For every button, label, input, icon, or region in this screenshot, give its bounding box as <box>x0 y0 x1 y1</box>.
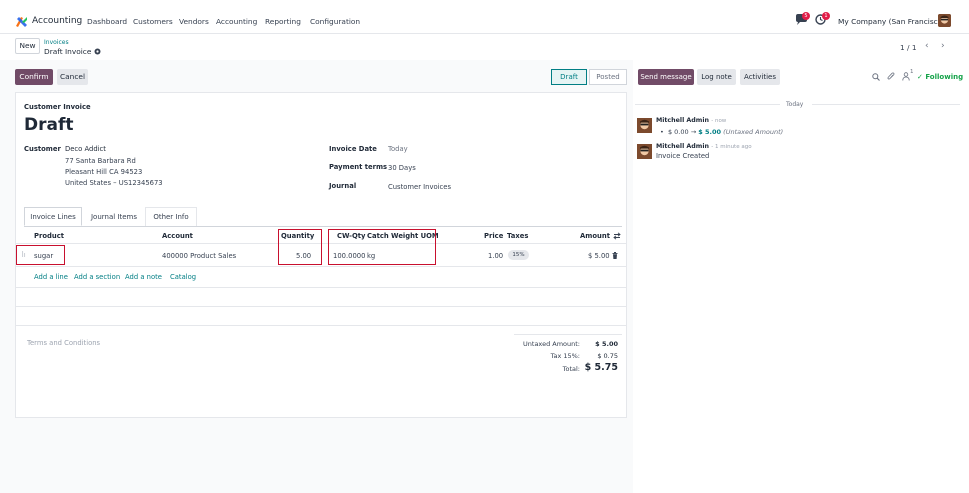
invoice-date-field[interactable]: Today <box>388 145 408 153</box>
menu-reporting[interactable]: Reporting <box>265 17 301 26</box>
cancel-button[interactable]: Cancel <box>57 69 88 85</box>
breadcrumb-current: Draft Invoice <box>44 47 101 56</box>
pager-next-icon[interactable]: › <box>941 41 945 51</box>
menu-dashboard[interactable]: Dashboard <box>87 17 127 26</box>
author-avatar[interactable] <box>637 144 652 159</box>
pager-value[interactable]: 1 / 1 <box>900 43 917 52</box>
accounting-app-icon[interactable] <box>15 15 28 28</box>
gear-icon[interactable] <box>94 48 101 55</box>
message-author-name: Mitchell Admin <box>656 117 710 124</box>
pager-prev-icon[interactable]: ‹ <box>925 41 929 51</box>
message-time: - now <box>711 118 727 124</box>
tracking-change: • $ 0.00 → $ 5.00 (Untaxed Amount) <box>660 128 784 136</box>
menu-accounting[interactable]: Accounting <box>216 17 257 26</box>
col-price[interactable]: Price <box>484 232 503 240</box>
invoice-type-label: Customer Invoice <box>24 103 91 111</box>
col-product[interactable]: Product <box>34 232 64 240</box>
new-button[interactable]: New <box>15 38 40 54</box>
totals-divider <box>514 334 622 335</box>
top-navbar: Accounting Dashboard Customers Vendors A… <box>0 0 969 34</box>
journal-label: Journal <box>329 182 357 190</box>
status-posted[interactable]: Posted <box>589 69 627 85</box>
tracking-field: (Untaxed Amount) <box>723 128 784 136</box>
customer-address-line1: 77 Santa Barbara Rd <box>65 157 136 165</box>
row-tax-badge[interactable]: 15% <box>508 250 529 260</box>
activities-button[interactable]: Activities <box>740 69 780 85</box>
followers-count: 1 <box>910 69 914 75</box>
col-amount[interactable]: Amount <box>580 232 610 240</box>
col-taxes[interactable]: Taxes <box>507 232 528 240</box>
breadcrumb-invoices[interactable]: Invoices <box>44 39 69 46</box>
menu-customers[interactable]: Customers <box>133 17 173 26</box>
empty-row-divider-1 <box>15 287 627 288</box>
payment-terms-label: Payment terms <box>329 163 388 171</box>
journal-field[interactable]: Customer Invoices <box>388 183 451 191</box>
log-note-button[interactable]: Log note <box>697 69 736 85</box>
tax-value: $ 0.75 <box>597 352 618 360</box>
add-section-link[interactable]: Add a section <box>74 273 120 281</box>
following-button[interactable]: ✓ Following <box>917 73 963 81</box>
activity-badge: 1 <box>822 12 830 20</box>
followers-icon[interactable] <box>902 72 910 81</box>
tab-journal-items[interactable]: Journal Items <box>85 207 143 226</box>
terms-and-conditions-field[interactable]: Terms and Conditions <box>27 339 100 347</box>
status-draft[interactable]: Draft <box>551 69 587 85</box>
tab-invoice-lines[interactable]: Invoice Lines <box>24 207 82 226</box>
breadcrumb-current-label: Draft Invoice <box>44 47 92 56</box>
column-settings-icon[interactable] <box>613 232 621 240</box>
tax-label: Tax 15%: <box>550 352 580 360</box>
catalog-link[interactable]: Catalog <box>170 273 196 281</box>
total-label: Total: <box>562 365 580 373</box>
chat-badge: 5 <box>802 12 810 20</box>
paperclip-icon[interactable] <box>887 72 895 81</box>
message-body: Invoice Created <box>656 152 710 160</box>
untaxed-amount-label: Untaxed Amount: <box>523 340 580 348</box>
tracking-new-value: $ 5.00 <box>698 128 722 136</box>
menu-configuration[interactable]: Configuration <box>310 17 360 26</box>
untaxed-amount-value: $ 5.00 <box>595 340 618 348</box>
app-name[interactable]: Accounting <box>32 16 82 26</box>
row-account[interactable]: 400000 Product Sales <box>162 252 236 260</box>
customer-label: Customer <box>24 145 61 153</box>
day-separator: Today <box>786 101 804 108</box>
message-author[interactable]: Mitchell Admin - now <box>656 117 726 124</box>
tab-other-info[interactable]: Other Info <box>145 207 197 226</box>
day-separator-line-left <box>635 104 780 105</box>
search-icon[interactable] <box>872 73 880 81</box>
company-switcher[interactable]: My Company (San Francisco) <box>838 17 945 26</box>
invoice-state-title: Draft <box>24 115 74 135</box>
menu-vendors[interactable]: Vendors <box>179 17 209 26</box>
customer-name[interactable]: Deco Addict <box>65 145 106 153</box>
confirm-button[interactable]: Confirm <box>15 69 53 85</box>
message-time: - 1 minute ago <box>711 144 752 150</box>
customer-address-line2: Pleasant Hill CA 94523 <box>65 168 143 176</box>
message-author[interactable]: Mitchell Admin - 1 minute ago <box>656 143 752 150</box>
row-price[interactable]: 1.00 <box>488 252 503 260</box>
col-account[interactable]: Account <box>162 232 193 240</box>
highlight-product <box>16 245 65 265</box>
following-label: Following <box>925 73 964 81</box>
table-bottom-divider <box>15 325 627 326</box>
trash-icon[interactable] <box>612 252 618 259</box>
highlight-catch-weight <box>328 229 436 265</box>
day-separator-line-right <box>812 104 960 105</box>
invoice-date-label: Invoice Date <box>329 145 377 153</box>
total-value: $ 5.75 <box>584 362 618 373</box>
highlight-quantity <box>278 229 322 265</box>
row-divider <box>15 266 627 267</box>
row-amount: $ 5.00 <box>588 252 610 260</box>
tracking-old-value: $ 0.00 <box>667 128 689 136</box>
send-message-button[interactable]: Send message <box>638 69 694 85</box>
add-line-link[interactable]: Add a line <box>34 273 68 281</box>
payment-terms-field[interactable]: 30 Days <box>388 164 416 172</box>
empty-row-divider-2 <box>15 306 627 307</box>
message-author-name: Mitchell Admin <box>656 143 710 150</box>
user-avatar[interactable] <box>938 14 951 27</box>
add-note-link[interactable]: Add a note <box>125 273 162 281</box>
author-avatar[interactable] <box>637 118 652 133</box>
customer-address-line3: United States – US12345673 <box>65 179 163 187</box>
